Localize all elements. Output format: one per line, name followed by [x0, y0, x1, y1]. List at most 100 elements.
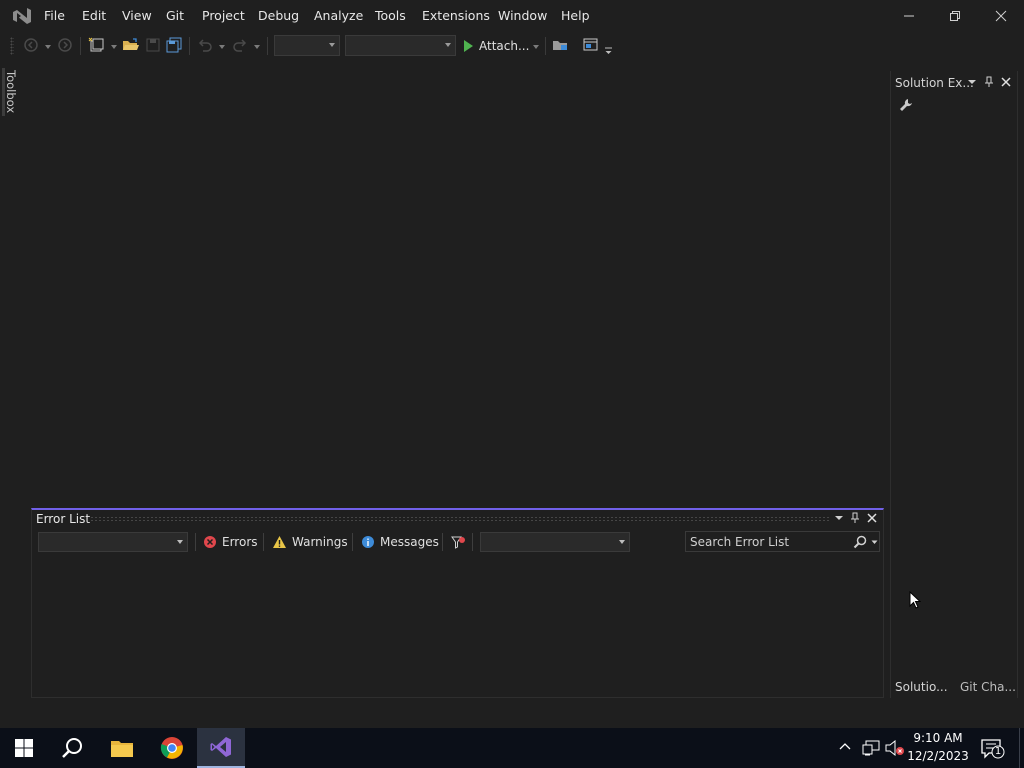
error-scope-combo[interactable]	[38, 532, 188, 552]
menu-window[interactable]: Window	[498, 8, 547, 23]
toolbar-separator	[267, 37, 268, 55]
close-icon	[995, 10, 1007, 22]
browse-folder-icon[interactable]	[552, 36, 570, 54]
tab-git-changes[interactable]: Git Cha...	[960, 680, 1016, 694]
error-list-separator	[472, 533, 473, 551]
folder-icon	[111, 741, 133, 757]
chrome-taskbar-button[interactable]	[148, 728, 196, 768]
toolbar-separator	[80, 37, 81, 55]
filter-icon	[451, 536, 465, 549]
solution-configurations-combo[interactable]	[274, 35, 340, 56]
save-all-icon[interactable]	[165, 36, 183, 54]
toolbox-tab-label: Toolbox	[4, 70, 18, 114]
toolbar-grip[interactable]	[10, 37, 14, 55]
solution-platforms-combo[interactable]	[345, 35, 456, 56]
search-icon[interactable]	[853, 535, 867, 549]
warnings-filter-button[interactable]: Warnings	[272, 532, 348, 552]
menu-tools[interactable]: Tools	[375, 8, 406, 23]
error-list-separator	[263, 533, 264, 551]
toolbar-separator	[189, 37, 190, 55]
toolbar-overflow-icon[interactable]	[605, 47, 612, 55]
show-hidden-icons-chevron-icon[interactable]	[839, 742, 851, 750]
search-taskbar-button[interactable]	[48, 728, 96, 768]
right-dock-tab-strip: Solutio... Git Cha...	[890, 677, 1018, 698]
filter-toggle-button[interactable]	[451, 532, 466, 552]
properties-wrench-icon[interactable]	[899, 98, 913, 112]
solution-explorer-options-icon[interactable]	[967, 78, 977, 86]
new-project-dropdown-icon[interactable]	[111, 45, 117, 49]
attach-label: Attach...	[479, 39, 530, 53]
menu-analyze[interactable]: Analyze	[314, 8, 363, 23]
error-list-separator	[195, 533, 196, 551]
error-list-options-icon[interactable]	[834, 514, 844, 522]
menu-view[interactable]: View	[122, 8, 152, 23]
menu-extensions[interactable]: Extensions	[422, 8, 490, 23]
error-list-close-icon[interactable]	[867, 513, 877, 523]
solution-explorer-title[interactable]: Solution Ex...	[895, 76, 974, 90]
start-button[interactable]	[0, 728, 48, 768]
open-folder-icon[interactable]	[122, 36, 140, 54]
error-list-search-box[interactable]	[685, 531, 880, 552]
menu-edit[interactable]: Edit	[82, 8, 106, 23]
undo-icon[interactable]	[196, 36, 214, 54]
error-list-separator	[442, 533, 443, 551]
play-icon	[464, 40, 473, 52]
file-explorer-taskbar-button[interactable]	[98, 728, 146, 768]
menu-help[interactable]: Help	[561, 8, 590, 23]
clock-time[interactable]: 9:10 AM	[900, 731, 976, 745]
windows-logo-icon	[15, 739, 33, 757]
show-desktop-button[interactable]	[1019, 728, 1024, 768]
info-icon	[362, 536, 374, 548]
search-icon	[62, 738, 82, 758]
minimize-icon	[904, 15, 914, 17]
errors-filter-label: Errors	[222, 535, 258, 549]
network-icon[interactable]	[862, 740, 880, 756]
standard-toolbar: Attach...	[0, 33, 1024, 59]
error-icon	[204, 536, 216, 548]
messages-filter-label: Messages	[380, 535, 439, 549]
chevron-down-icon	[329, 43, 335, 47]
error-list-drag-grip[interactable]	[90, 516, 830, 522]
redo-icon[interactable]	[231, 36, 249, 54]
messages-filter-button[interactable]: Messages	[361, 532, 439, 552]
chevron-down-icon	[619, 540, 625, 544]
attach-dropdown-icon[interactable]	[533, 45, 539, 49]
tab-solution-explorer[interactable]: Solutio...	[895, 680, 948, 694]
menu-git[interactable]: Git	[166, 8, 184, 23]
error-list-title[interactable]: Error List	[36, 512, 90, 526]
menu-debug[interactable]: Debug	[258, 8, 299, 23]
notification-count-badge: 1	[994, 746, 1002, 757]
restore-button[interactable]	[932, 0, 978, 32]
redo-dropdown-icon[interactable]	[254, 45, 260, 49]
search-input[interactable]	[690, 534, 850, 549]
navigate-back-icon[interactable]	[22, 36, 40, 54]
warnings-filter-label: Warnings	[292, 535, 348, 549]
restore-icon	[950, 11, 960, 21]
close-window-button[interactable]	[978, 0, 1024, 32]
error-list-pin-icon[interactable]	[850, 512, 860, 524]
visual-studio-logo-icon[interactable]	[10, 5, 34, 27]
solution-explorer-close-icon[interactable]	[1001, 77, 1011, 87]
toolbox-tab-label-wrap: Toolbox	[4, 70, 20, 114]
new-project-icon[interactable]	[88, 36, 106, 54]
clock-date[interactable]: 12/2/2023	[900, 749, 976, 763]
pin-icon[interactable]	[984, 76, 994, 88]
undo-dropdown-icon[interactable]	[219, 45, 225, 49]
error-list-separator	[352, 533, 353, 551]
build-intellisense-combo[interactable]	[480, 532, 630, 552]
navigate-back-dropdown-icon[interactable]	[45, 45, 51, 49]
minimize-button[interactable]	[886, 0, 932, 32]
navigate-forward-icon[interactable]	[56, 36, 74, 54]
visual-studio-taskbar-button[interactable]	[197, 728, 245, 768]
menu-project[interactable]: Project	[202, 8, 245, 23]
toolbar-separator	[545, 37, 546, 55]
errors-filter-button[interactable]: Errors	[203, 532, 258, 552]
menu-file[interactable]: File	[44, 8, 65, 23]
search-options-dropdown-icon[interactable]	[871, 540, 878, 545]
attach-button[interactable]: Attach...	[462, 36, 529, 56]
chrome-icon	[160, 737, 183, 759]
layout-icon[interactable]	[582, 36, 600, 54]
mouse-cursor-icon	[909, 591, 921, 610]
windows-taskbar: 1	[0, 728, 1024, 768]
save-icon[interactable]	[144, 36, 162, 54]
